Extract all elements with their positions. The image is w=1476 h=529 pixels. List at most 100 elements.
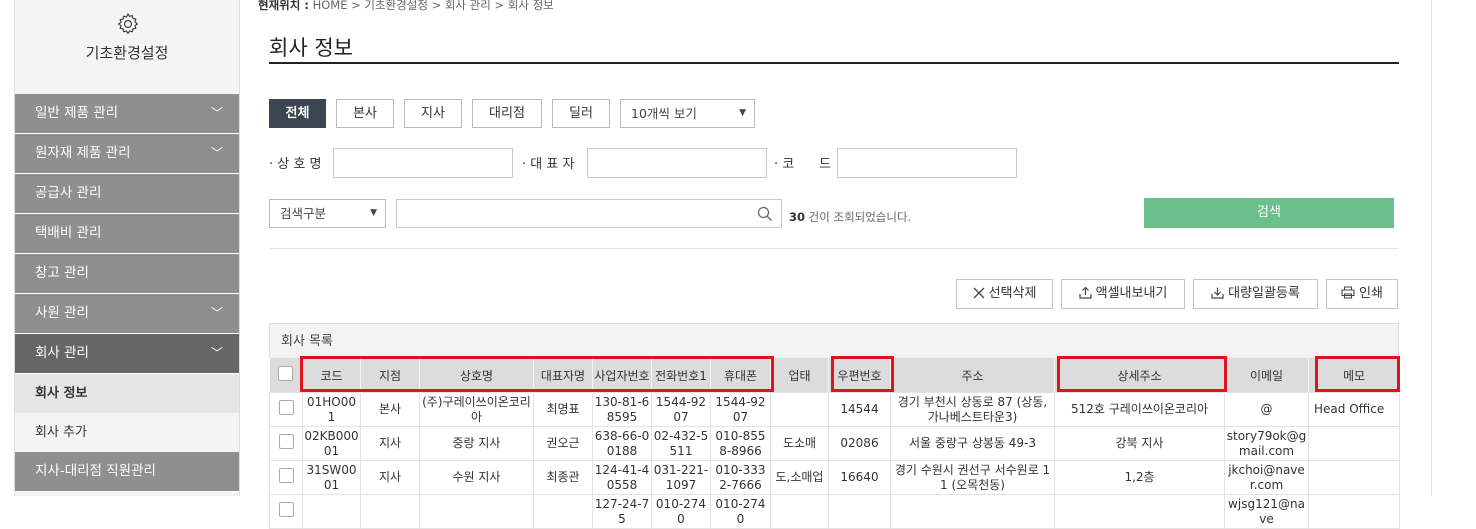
ceo-input[interactable] xyxy=(587,148,767,178)
sidebar-subitem-add-company[interactable]: 회사 추가 xyxy=(15,413,239,452)
table-row[interactable]: 31SW0001 지사 수원 지사 최종관 124-41-40558 031-2… xyxy=(269,460,1400,495)
print-label: 인쇄 xyxy=(1359,286,1383,301)
chevron-down-icon: ﹀ xyxy=(210,146,223,160)
cell-company-name[interactable] xyxy=(419,494,534,529)
bulk-register-button[interactable]: 대량일괄등록 xyxy=(1193,279,1318,309)
highlight-box-columns xyxy=(300,356,774,392)
cell-memo xyxy=(1308,494,1400,529)
row-select[interactable] xyxy=(269,494,303,529)
sidebar-item-employees[interactable]: 사원 관리 ﹀ xyxy=(15,294,239,334)
keyword-input[interactable] xyxy=(396,199,782,228)
chevron-down-icon: ﹀ xyxy=(210,106,223,120)
sidebar-item-warehouses[interactable]: 창고 관리 xyxy=(15,254,239,294)
table-row[interactable]: 02KB00001 지사 중랑 지사 권오근 638-66-00188 02-4… xyxy=(269,426,1400,461)
cell-branch: 지사 xyxy=(360,426,420,461)
cell-mobile: 010-3332-7666 xyxy=(710,460,771,495)
code-input[interactable] xyxy=(837,148,1017,178)
tab-agency[interactable]: 대리점 xyxy=(472,99,542,128)
company-name-input[interactable] xyxy=(333,148,513,178)
cell-company-name[interactable]: 중랑 지사 xyxy=(419,426,534,461)
cell-business-number: 130-81-68595 xyxy=(592,392,652,427)
sidebar-item-label: 사원 관리 xyxy=(35,305,89,321)
cell-ceo: 권오근 xyxy=(533,426,593,461)
cell-memo xyxy=(1308,460,1400,495)
table-row[interactable]: 01HO001 본사 (주)구레이쓰이온코리아 최명표 130-81-68595… xyxy=(269,392,1400,427)
sidebar-item-general-products[interactable]: 일반 제품 관리 ﹀ xyxy=(15,94,239,134)
header-select-all[interactable] xyxy=(269,358,303,393)
search-type-select[interactable]: 검색구분 ▼ xyxy=(269,199,386,228)
page-size-select[interactable]: 10개씩 보기 ▼ xyxy=(620,99,755,128)
header-address[interactable]: 주소 xyxy=(890,358,1055,393)
cell-email: @ xyxy=(1224,392,1309,427)
row-select[interactable] xyxy=(269,460,303,495)
excel-export-button[interactable]: 액셀내보내기 xyxy=(1061,279,1185,309)
cell-detail-address: 1,2층 xyxy=(1054,460,1225,495)
breadcrumb: 현재위치 : HOME > 기초환경설정 > 회사 관리 > 회사 정보 xyxy=(258,0,554,13)
cell-phone: 010-2740 xyxy=(651,494,711,529)
cell-code: 31SW0001 xyxy=(302,460,361,495)
sidebar-header: 기초환경설정 xyxy=(15,0,239,94)
result-count: 30 건이 조회되었습니다. xyxy=(789,209,911,225)
chevron-down-icon: ﹀ xyxy=(210,306,223,320)
highlight-box-detail-address xyxy=(1057,356,1227,392)
search-icon[interactable] xyxy=(757,206,773,222)
header-email[interactable]: 이메일 xyxy=(1224,358,1309,393)
search-type-value: 검색구분 xyxy=(280,206,327,221)
row-checkbox[interactable] xyxy=(278,434,294,449)
sidebar-item-delivery-fees[interactable]: 택배비 관리 xyxy=(15,214,239,254)
tab-headquarters[interactable]: 본사 xyxy=(336,99,394,128)
select-all-checkbox[interactable] xyxy=(278,366,294,381)
sidebar-item-raw-materials[interactable]: 원자재 제품 관리 ﹀ xyxy=(15,134,239,174)
code-label: · 코 드 xyxy=(774,157,831,172)
highlight-box-postal xyxy=(831,356,894,392)
cell-company-name[interactable]: (주)구레이쓰이온코리아 xyxy=(419,392,534,427)
sidebar-item-label: 공급사 관리 xyxy=(35,185,102,201)
cell-code: 01HO001 xyxy=(302,392,361,427)
cell-postal-code: 02086 xyxy=(828,426,891,461)
sidebar-item-suppliers[interactable]: 공급사 관리 xyxy=(15,174,239,214)
sidebar-item-branch-staff[interactable]: 지사-대리점 직원관리 xyxy=(15,452,239,492)
search-button[interactable]: 검색 xyxy=(1144,198,1394,228)
header-business-type[interactable]: 업태 xyxy=(770,358,829,393)
cell-phone: 031-221-1097 xyxy=(651,460,711,495)
cell-postal-code xyxy=(828,494,891,529)
cell-phone: 1544-9207 xyxy=(651,392,711,427)
cell-mobile: 1544-9207 xyxy=(710,392,771,427)
cell-branch: 지사 xyxy=(360,460,420,495)
sidebar-title: 기초환경설정 xyxy=(85,44,169,62)
sidebar-subitem-company-info[interactable]: 회사 정보 xyxy=(15,374,239,413)
section-divider xyxy=(269,248,1398,249)
row-checkbox[interactable] xyxy=(278,400,294,415)
sidebar-item-company[interactable]: 회사 관리 ﹀ xyxy=(15,334,239,374)
cell-business-type: 도,소매업 xyxy=(770,460,829,495)
delete-selected-button[interactable]: 선택삭제 xyxy=(956,279,1053,309)
sidebar-item-label: 일반 제품 관리 xyxy=(35,105,119,121)
cell-postal-code: 14544 xyxy=(828,392,891,427)
tab-dealer[interactable]: 딜러 xyxy=(552,99,610,128)
tab-all[interactable]: 전체 xyxy=(269,99,326,128)
row-select[interactable] xyxy=(269,426,303,461)
cell-business-number: 638-66-00188 xyxy=(592,426,652,461)
cell-company-name[interactable]: 수원 지사 xyxy=(419,460,534,495)
sidebar-item-label: 창고 관리 xyxy=(35,265,89,281)
cell-address xyxy=(890,494,1055,529)
cell-code: 02KB00001 xyxy=(302,426,361,461)
cell-ceo: 최명표 xyxy=(533,392,593,427)
sidebar: 기초환경설정 일반 제품 관리 ﹀ 원자재 제품 관리 ﹀ 공급사 관리 택배비 관… xyxy=(14,0,240,496)
table-row[interactable]: 127-24-75 010-2740 010-2740 wjsg121@nave xyxy=(269,494,1400,529)
upload-icon xyxy=(1079,286,1092,299)
cell-ceo: 최종관 xyxy=(533,460,593,495)
row-checkbox[interactable] xyxy=(278,468,294,483)
cell-code xyxy=(302,494,361,529)
cell-business-number: 127-24-75 xyxy=(592,494,652,529)
cell-detail-address xyxy=(1054,494,1225,529)
cell-business-type xyxy=(770,392,829,427)
bulk-register-label: 대량일괄등록 xyxy=(1228,286,1300,301)
print-button[interactable]: 인쇄 xyxy=(1326,279,1398,309)
cell-business-type xyxy=(770,494,829,529)
tab-branch[interactable]: 지사 xyxy=(404,99,462,128)
cell-business-number: 124-41-40558 xyxy=(592,460,652,495)
row-select[interactable] xyxy=(269,392,303,427)
cell-email: story79ok@gmail.com xyxy=(1224,426,1309,461)
row-checkbox[interactable] xyxy=(278,502,294,517)
